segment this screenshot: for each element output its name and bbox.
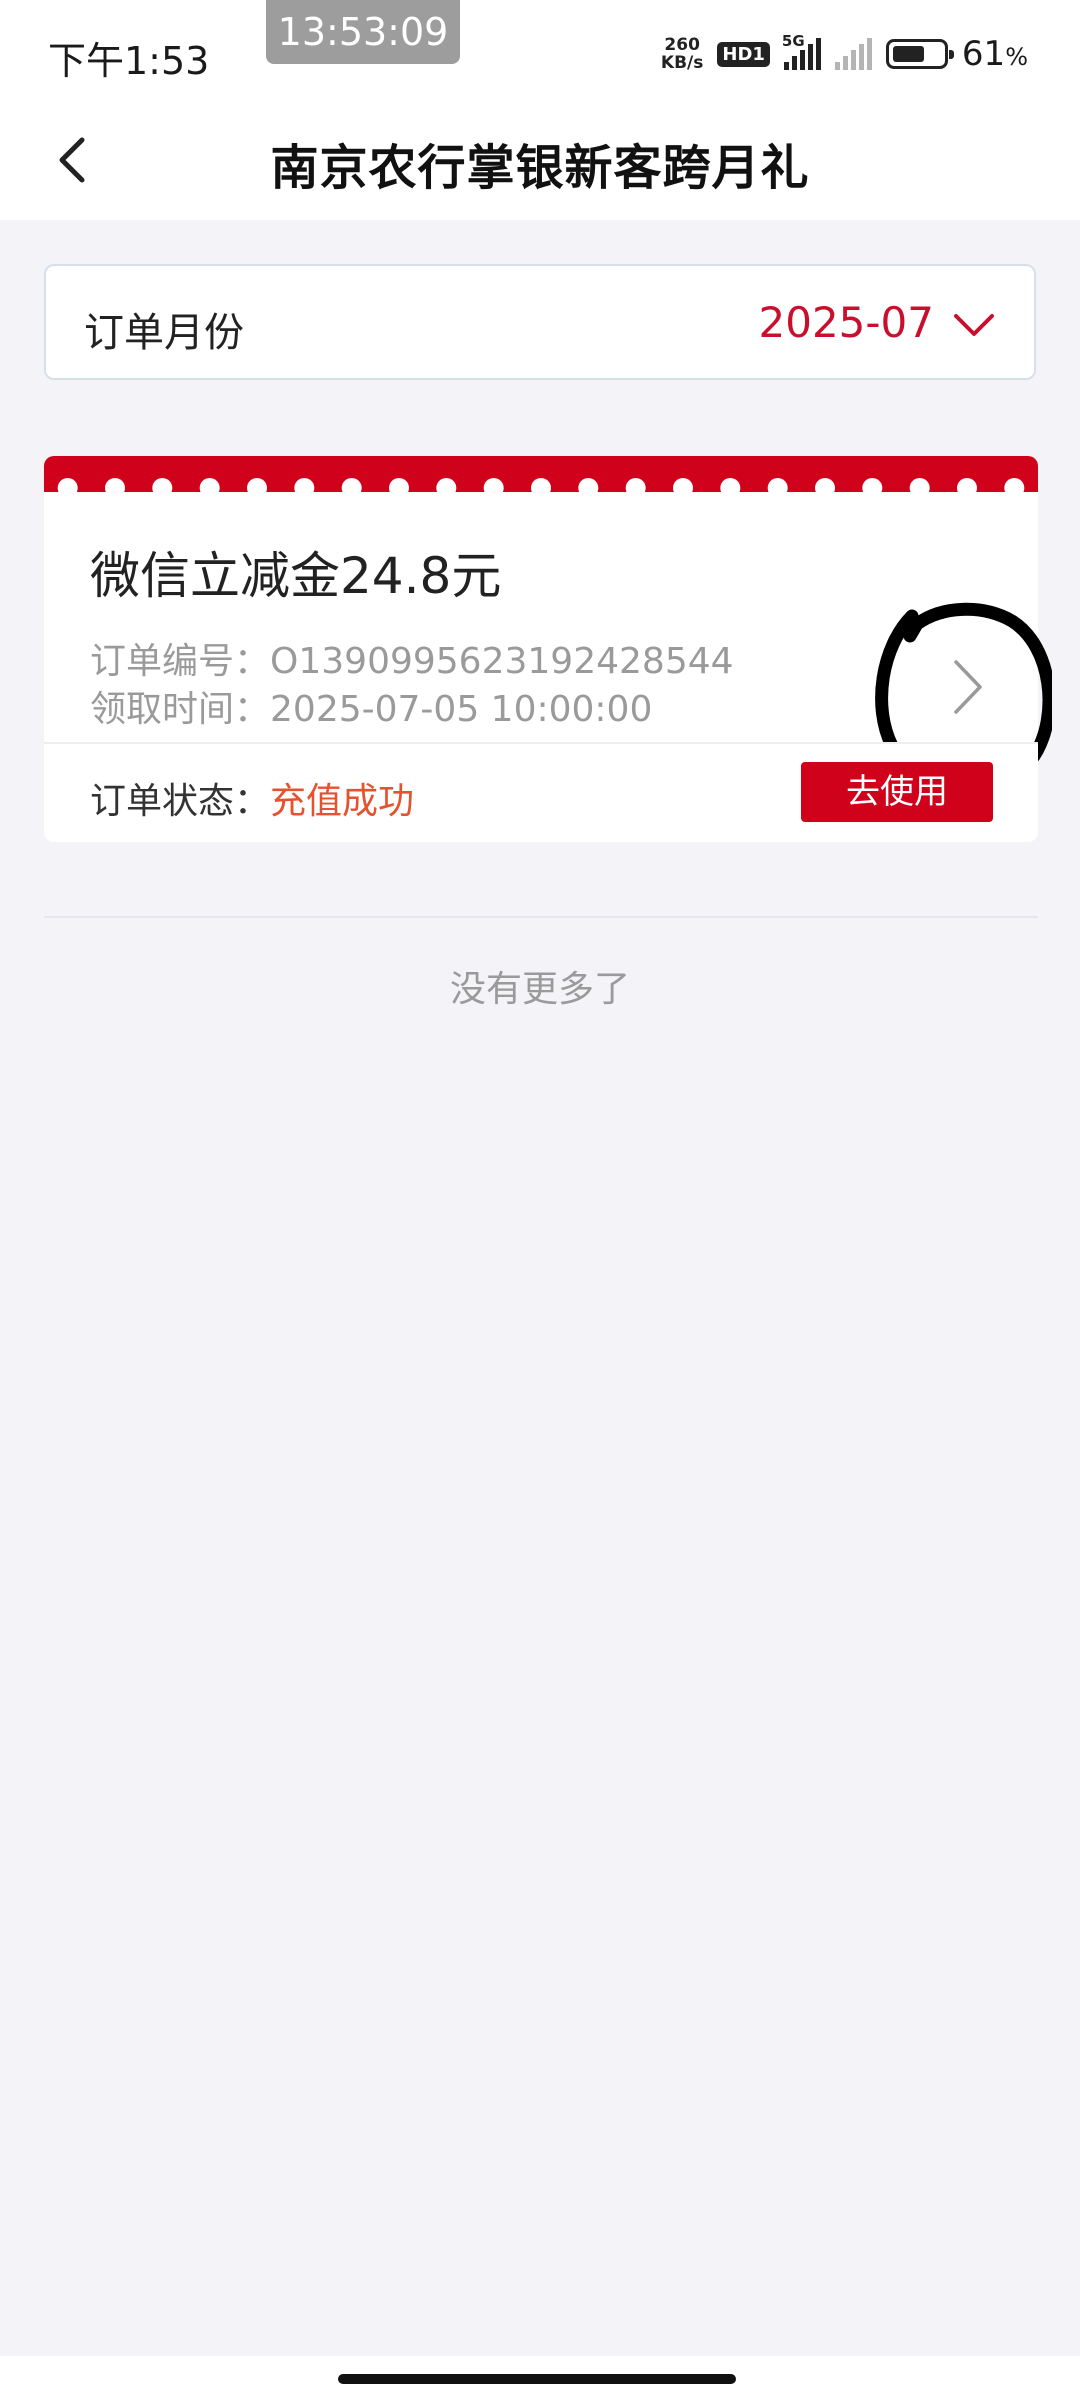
home-indicator[interactable] xyxy=(338,2374,736,2384)
signal-5g-icon: 5G xyxy=(782,32,821,70)
battery-percent: 61% xyxy=(961,34,1028,74)
net-speed: 260 KB/s xyxy=(661,36,703,72)
screenshot-clock-badge: 13:53:09 xyxy=(266,0,460,64)
net-speed-unit: KB/s xyxy=(660,53,704,73)
claim-time-row: 领取时间：2025-07-05 10:00:00 xyxy=(90,680,652,732)
status-bar: 下午1:53 13:53:09 260 KB/s HD1 5G 61% xyxy=(0,0,1080,100)
order-card[interactable]: 微信立减金24.8元 订单编号：O1390995623192428544 领取时… xyxy=(44,456,1052,886)
month-selector-label: 订单月份 xyxy=(84,310,244,356)
battery-fill xyxy=(892,46,924,62)
net-speed-value: 260 xyxy=(664,35,700,55)
month-selector[interactable]: 订单月份 2025-07 xyxy=(44,264,1036,380)
status-time: 下午1:53 xyxy=(48,39,210,83)
status-indicators: 260 KB/s HD1 5G 61% xyxy=(661,32,1028,76)
battery-icon xyxy=(885,39,954,69)
order-number-label: 订单编号： xyxy=(90,641,271,682)
page-title: 南京农行掌银新客跨月礼 xyxy=(270,140,810,196)
order-card-body[interactable]: 微信立减金24.8元 订单编号：O1390995623192428544 领取时… xyxy=(44,492,1052,790)
list-divider xyxy=(44,916,1038,918)
order-status-label: 订单状态： xyxy=(90,781,271,822)
order-number-row: 订单编号：O1390995623192428544 xyxy=(90,632,734,684)
list-end-text: 没有更多了 xyxy=(449,969,630,1010)
hd-badge: HD1 xyxy=(717,41,770,67)
signal-secondary-icon xyxy=(834,38,872,70)
order-title: 微信立减金24.8元 xyxy=(90,547,502,605)
chevron-down-icon[interactable] xyxy=(952,306,996,346)
month-selector-value[interactable]: 2025-07 xyxy=(759,298,935,347)
order-card-footer: 订单状态：充值成功 去使用 xyxy=(44,744,1038,842)
order-number-value: O1390995623192428544 xyxy=(270,641,734,682)
claim-time-label: 领取时间： xyxy=(90,689,271,730)
order-status-row: 订单状态：充值成功 xyxy=(90,772,414,824)
use-button[interactable]: 去使用 xyxy=(801,762,993,822)
network-type-label: 5G xyxy=(781,32,805,50)
claim-time-value: 2025-07-05 10:00:00 xyxy=(270,689,653,730)
nav-bar: 南京农行掌银新客跨月礼 xyxy=(0,100,1080,220)
order-status-value: 充值成功 xyxy=(270,781,415,822)
